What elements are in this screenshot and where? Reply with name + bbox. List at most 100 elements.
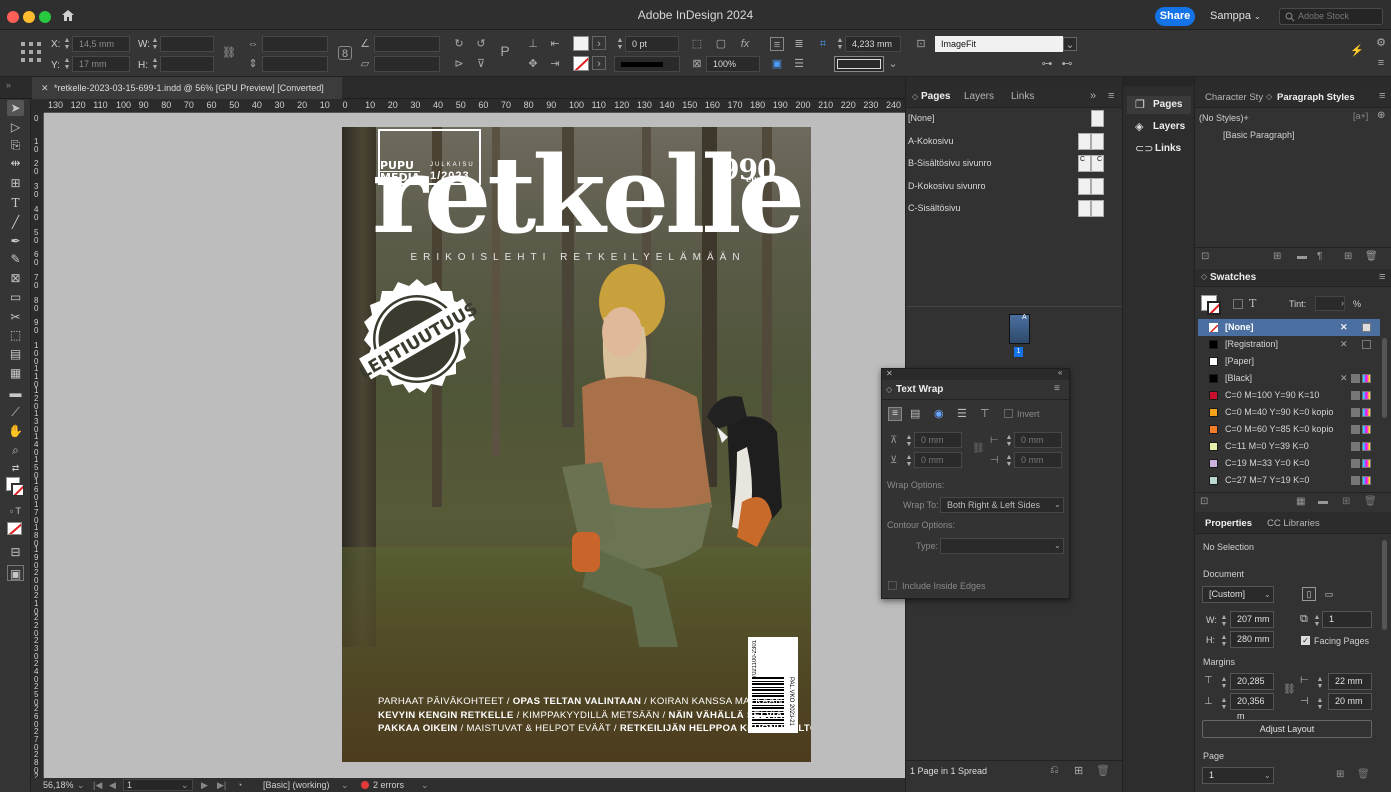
collapse-arrows-icon[interactable]: » xyxy=(6,80,11,90)
horizontal-ruler[interactable]: 130 120 110 100 90 80 70 60 50 40 30 20 10 0 10 20 30 40 5… xyxy=(44,99,905,113)
swatch-row[interactable]: C=0 M=100 Y=90 K=10 xyxy=(1198,387,1380,404)
text-wrap-toggle-icon[interactable]: ◇ xyxy=(886,385,892,394)
master-thumb[interactable] xyxy=(1091,133,1104,150)
close-tab-icon[interactable]: ✕ xyxy=(41,77,49,99)
line-tool-icon[interactable]: ╱ xyxy=(7,214,24,230)
master-thumb[interactable] xyxy=(1078,133,1091,150)
new-style-from-selection-icon[interactable]: [a+] xyxy=(1353,111,1368,121)
cover-page[interactable]: PUPU MEDIA JULKAISU 1/2023 990 euroa ret… xyxy=(342,127,811,762)
gradient-feather-icon[interactable]: ▦ xyxy=(7,365,24,381)
fit-frame-icon[interactable]: ▢ xyxy=(714,37,728,51)
w-stepper[interactable]: ▲ ▼ xyxy=(151,37,159,51)
preview-mode-icon[interactable]: ▣ xyxy=(7,565,24,581)
new-page-icon[interactable]: ⊞ xyxy=(1074,764,1083,777)
swatch-folder-icon[interactable]: ▬ xyxy=(1318,496,1328,507)
margin-bottom-field[interactable]: 20,356 m xyxy=(1230,693,1274,721)
bottom-offset-stepper[interactable]: ▲ ▼ xyxy=(905,454,913,468)
margin-top-field[interactable]: 20,285 m xyxy=(1230,673,1274,701)
content-collector-icon[interactable]: ⊞ xyxy=(7,175,24,191)
gradient-tool-icon[interactable]: ▤ xyxy=(7,346,24,362)
screen-mode-icon[interactable]: ⊟ xyxy=(7,544,24,560)
master-thumb[interactable] xyxy=(1078,178,1091,195)
new-swatch-icon[interactable]: ⊞ xyxy=(1342,496,1350,507)
document-tab[interactable]: ✕ *retkelle-2023-03-15-699-1.indd @ 56% … xyxy=(32,77,342,99)
selection-tool-icon[interactable]: ➤ xyxy=(7,100,24,116)
portrait-orientation-icon[interactable]: ▯ xyxy=(1302,587,1316,601)
free-transform-tool-icon[interactable]: ⬚ xyxy=(7,327,24,343)
settings-gear-icon[interactable]: ⚙ xyxy=(1374,36,1388,50)
left-offset-stepper[interactable]: ▲ ▼ xyxy=(1005,434,1013,448)
swatches-menu-icon[interactable]: ≡ xyxy=(1379,271,1385,283)
zoom-chevron-icon[interactable]: ⌄ xyxy=(77,778,85,792)
pages-count-stepper[interactable]: ▲ ▼ xyxy=(1313,614,1321,628)
master-thumb[interactable] xyxy=(1078,200,1091,217)
tab-character-styles[interactable]: Character Sty xyxy=(1205,92,1263,103)
landscape-orientation-icon[interactable]: ▭ xyxy=(1322,587,1336,601)
direct-selection-tool-icon[interactable]: ▷ xyxy=(7,119,24,135)
stack-icon[interactable]: ☰ xyxy=(792,57,806,71)
include-inside-checkbox[interactable] xyxy=(888,581,897,590)
zoom-level[interactable]: 56,18% xyxy=(43,778,74,792)
ruler-origin[interactable] xyxy=(31,99,44,113)
link-margins-icon[interactable]: ⛓ xyxy=(1283,684,1296,695)
prev-page-icon[interactable]: ◀ xyxy=(109,778,116,792)
frame-fitting-icon[interactable]: ⬚ xyxy=(690,37,704,51)
tab-links[interactable]: Links xyxy=(1011,91,1034,102)
link-offsets-icon[interactable]: ⛓ xyxy=(972,443,985,454)
pasteboard[interactable]: PUPU MEDIA JULKAISU 1/2023 990 euroa ret… xyxy=(44,113,905,778)
right-offset-field[interactable]: 0 mm xyxy=(1014,452,1062,468)
master-thumb[interactable] xyxy=(1091,110,1104,127)
wrap-object-shape-icon[interactable]: ◉ xyxy=(934,407,944,420)
error-count[interactable]: 2 errors xyxy=(373,778,404,792)
select-container-icon[interactable]: ⊥ xyxy=(526,37,540,51)
new-style-icon[interactable]: ⊞ xyxy=(1344,251,1352,262)
page-tool-icon[interactable]: ⎘ xyxy=(7,137,24,153)
w-field[interactable] xyxy=(160,36,214,52)
rectangle-frame-tool-icon[interactable]: ⊠ xyxy=(7,270,24,286)
rotate-cw-icon[interactable]: ↻ xyxy=(452,37,466,51)
swatch-row[interactable]: [Black] ✕ xyxy=(1198,370,1380,387)
stroke-weight-field[interactable]: 0 pt xyxy=(625,36,679,52)
stroke-dropdown-icon[interactable]: › xyxy=(592,56,606,70)
pen-tool-icon[interactable]: ✒ xyxy=(7,233,24,249)
style-load-icon[interactable]: ⊞ xyxy=(1273,251,1281,262)
margin-right-field[interactable]: 20 mm xyxy=(1328,693,1372,710)
left-offset-field[interactable]: 0 mm xyxy=(1014,432,1062,448)
pages-count-field[interactable]: 1 xyxy=(1322,611,1372,628)
stroke-color-icon[interactable] xyxy=(11,483,25,497)
h-stepper[interactable]: ▲ ▼ xyxy=(151,57,159,71)
properties-scrollbar[interactable] xyxy=(1382,540,1387,630)
delete-swatch-icon[interactable]: 🗑 xyxy=(1364,496,1377,507)
rotate-field[interactable] xyxy=(374,36,440,52)
menu-icon[interactable]: ≡ xyxy=(1374,56,1388,70)
formatting-text-icon[interactable]: T xyxy=(1249,297,1256,310)
share-button[interactable]: Share xyxy=(1155,7,1195,26)
doc-height-field[interactable]: 280 mm xyxy=(1230,631,1274,648)
unlink-icon[interactable]: ⊷ xyxy=(1060,57,1074,71)
formatting-container-icon[interactable]: ▫ T xyxy=(7,503,24,519)
swatch-row[interactable]: C=0 M=40 Y=90 K=0 kopio xyxy=(1198,404,1380,421)
wrap-icon[interactable]: ▣ xyxy=(770,57,784,71)
flip-horizontal-icon[interactable]: ⊳ xyxy=(452,57,466,71)
scissors-tool-icon[interactable]: ✂ xyxy=(7,309,24,325)
vertical-ruler[interactable]: 0 10 20 30 40 50 60 70 80 90 100 110 120 130 140 150 160… xyxy=(31,113,44,778)
dimension-field[interactable]: 4,233 mm xyxy=(845,36,901,52)
style-preview[interactable] xyxy=(834,56,884,72)
select-next-icon[interactable]: ⇥ xyxy=(548,57,562,71)
tab-cc-libraries[interactable]: CC Libraries xyxy=(1267,518,1320,529)
top-offset-field[interactable]: 0 mm xyxy=(914,432,962,448)
master-thumb[interactable] xyxy=(1091,200,1104,217)
x-field[interactable]: 14,5 mm xyxy=(72,36,130,52)
contour-type-dropdown[interactable] xyxy=(940,538,1064,554)
distribute-icon[interactable]: ≣ xyxy=(792,37,806,51)
constrain-proportions-icon[interactable]: ⛓ xyxy=(222,46,236,60)
no-wrap-icon[interactable]: ≡ xyxy=(888,407,902,421)
eyedropper-tool-icon[interactable]: ⟋ xyxy=(7,404,24,420)
text-wrap-close-icon[interactable]: ✕ xyxy=(886,369,893,378)
wrap-to-dropdown[interactable]: Both Right & Left Sides xyxy=(940,497,1064,513)
jump-next-column-icon[interactable]: ⊤ xyxy=(980,407,990,420)
tab-layers[interactable]: Layers xyxy=(964,91,994,102)
add-page-icon[interactable]: ⊞ xyxy=(1336,769,1344,780)
auto-fit-icon[interactable]: ⌗ xyxy=(816,37,830,51)
swatch-stroke-icon[interactable] xyxy=(1207,301,1221,315)
